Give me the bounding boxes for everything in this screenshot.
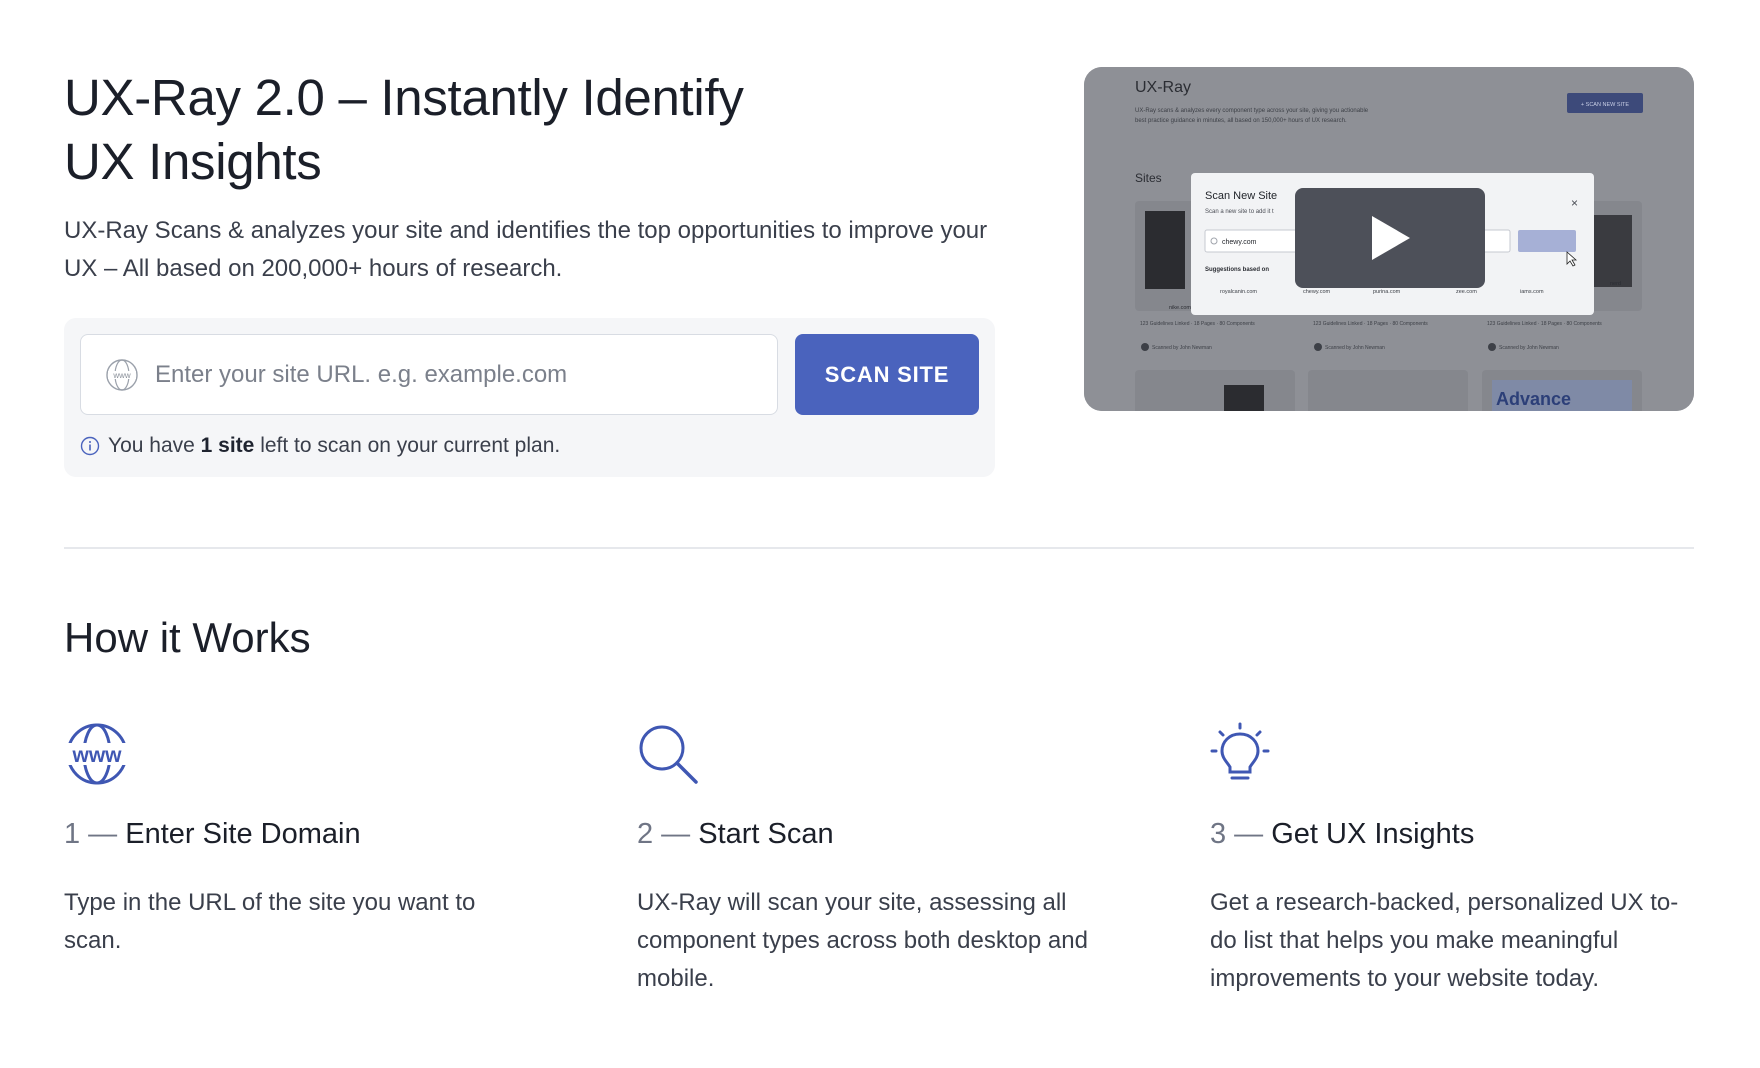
thumb-suggestion-2: chewy.com xyxy=(1303,289,1331,295)
scan-panel: www SCAN SITE You have 1 site left to sc… xyxy=(64,318,995,477)
step-2-desc: UX-Ray will scan your site, assessing al… xyxy=(637,889,1088,992)
thumb-card-owner-2: Scanned by John Newman xyxy=(1325,345,1385,351)
info-icon xyxy=(80,436,100,456)
thumb-card-meta-2: 123 Guidelines Linked · 18 Pages · 80 Co… xyxy=(1313,321,1428,327)
thumb-modal-input: chewy.com xyxy=(1222,239,1257,246)
step-1-desc: Type in the URL of the site you want to … xyxy=(64,889,476,954)
thumb-modal-title: Scan New Site xyxy=(1205,190,1277,202)
magnifier-icon xyxy=(639,725,698,784)
step-1: www 1 — Enter Site Domain Type in the UR… xyxy=(64,722,554,960)
step-1-title: Enter Site Domain xyxy=(125,818,361,850)
step-2: 2 — Start Scan UX-Ray will scan your sit… xyxy=(637,722,1127,998)
product-video[interactable]: UX-Ray UX-Ray scans & analyzes every com… xyxy=(1084,67,1694,411)
step-3-heading: 3 — Get UX Insights xyxy=(1210,814,1700,854)
step-2-number: 2 — xyxy=(637,818,699,850)
scan-site-button[interactable]: SCAN SITE xyxy=(795,334,979,415)
how-it-works-title: How it Works xyxy=(64,614,311,661)
thumb-app-desc-1: UX-Ray scans & analyzes every component … xyxy=(1135,108,1369,114)
thumb-app-title: UX-Ray xyxy=(1135,79,1191,96)
svg-text:×: × xyxy=(1571,196,1578,210)
thumb-card-owner-1: Scanned by John Newman xyxy=(1152,345,1212,351)
thumb-card-meta-1: 123 Guidelines Linked · 18 Pages · 80 Co… xyxy=(1140,321,1255,327)
thumb-card-site-1: nike.com xyxy=(1169,305,1191,311)
thumb-suggestion-3: purina.com xyxy=(1373,289,1401,295)
step-1-heading: 1 — Enter Site Domain xyxy=(64,814,554,854)
www-globe-icon: www xyxy=(64,723,130,785)
step-3-number: 3 — xyxy=(1210,818,1272,850)
play-button[interactable] xyxy=(1295,188,1485,288)
svg-text:www: www xyxy=(112,371,131,380)
step-3-title: Get UX Insights xyxy=(1271,818,1475,850)
step-2-heading: 2 — Start Scan xyxy=(637,814,1127,854)
thumb-card-owner-3: Scanned by John Newman xyxy=(1499,345,1559,351)
thumb-suggestion-1: royalcanin.com xyxy=(1220,289,1257,295)
thumb-card-meta-3: 123 Guidelines Linked · 18 Pages · 80 Co… xyxy=(1487,321,1602,327)
thumb-suggestion-4: zee.com xyxy=(1456,289,1477,295)
hero-subtitle: UX-Ray Scans & analyzes your site and id… xyxy=(64,217,988,282)
plan-note-count: 1 site xyxy=(200,434,255,457)
thumb-suggestion-5: iams.com xyxy=(1520,289,1544,295)
play-icon xyxy=(1372,216,1410,260)
thumb-scan-new-site: + SCAN NEW SITE xyxy=(1581,102,1629,108)
hero-section: UX-Ray 2.0 – Instantly Identify UX Insig… xyxy=(64,66,1004,288)
site-url-input[interactable] xyxy=(155,360,755,389)
step-1-number: 1 — xyxy=(64,818,126,850)
www-globe-icon: www xyxy=(106,358,138,391)
url-field[interactable]: www xyxy=(80,334,778,415)
svg-text:www: www xyxy=(71,744,122,767)
plan-note-suffix: left to scan on your current plan. xyxy=(260,434,561,457)
plan-note: You have 1 site left to scan on your cur… xyxy=(80,434,560,458)
thumb-modal-sub: Scan a new site to add it t xyxy=(1205,209,1274,215)
step-2-title: Start Scan xyxy=(698,818,834,850)
hero-title: UX-Ray 2.0 – Instantly Identify UX Insig… xyxy=(64,69,744,190)
thumb-sites-label: Sites xyxy=(1135,171,1162,185)
thumb-card-site-5: nerd xyxy=(1610,281,1621,287)
plan-note-prefix: You have xyxy=(108,434,195,457)
thumb-suggestions-label: Suggestions based on xyxy=(1205,267,1269,273)
step-3: 3 — Get UX Insights Get a research-backe… xyxy=(1210,722,1700,998)
step-3-desc: Get a research-backed, personalized UX t… xyxy=(1210,889,1679,992)
section-divider xyxy=(64,547,1694,549)
thumb-app-desc-2: best practice guidance in minutes, all b… xyxy=(1135,118,1347,124)
lightbulb-icon xyxy=(1210,722,1270,780)
thumb-advance-text: Advance xyxy=(1496,389,1571,409)
